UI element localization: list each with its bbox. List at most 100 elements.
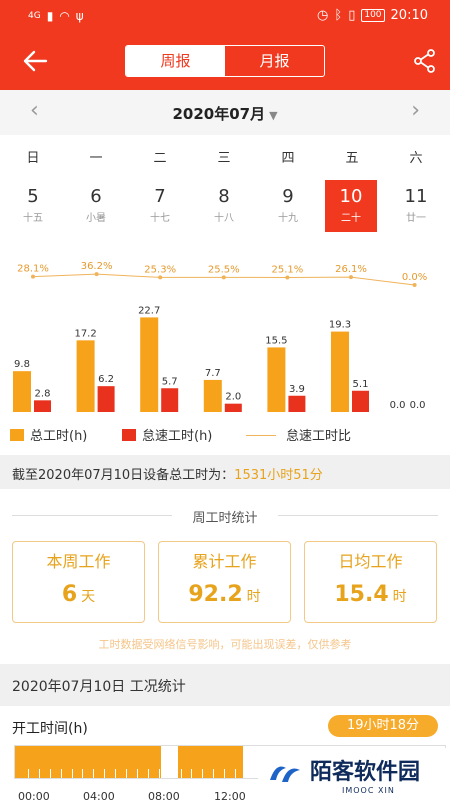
weekly-stats-section: 周工时统计 本周工作 6天 累计工作 92.2 时 日均工作 15.4 时 工时数据… [0, 489, 450, 664]
summary-value: 1531小时51分 [234, 468, 323, 483]
day-number: 11 [404, 186, 428, 207]
bar-total-hours [331, 331, 349, 412]
watermark-subtext: IMOOC XIN [342, 786, 395, 795]
legend-idle-ratio: 怠速工时比 [246, 425, 351, 444]
disclaimer-note: 工时数据受网络信号影响，可能出现误差，仅供参考 [98, 638, 352, 651]
calendar-day[interactable]: 6 小暑 [70, 180, 122, 232]
work-hours-chart-svg: 28.1% 36.2% 25.3% 25.5% 25.1% 26.1% 0.0% 9.8 2.8… [13, 261, 427, 412]
ratio-label: 36.2% [81, 261, 113, 272]
watermark-text: 陌客软件园 [310, 760, 421, 785]
ratio-label: 25.1% [272, 264, 304, 275]
calendar-day[interactable]: 7 十七 [134, 180, 186, 232]
weekday-label: 一 [89, 151, 103, 166]
legend-label: 怠速工时比 [286, 429, 352, 444]
calendar-day-selected[interactable]: 10 二十 [325, 180, 377, 232]
alarm-icon: ◷ [317, 8, 329, 23]
day-number: 5 [27, 186, 39, 207]
usb-icon: ψ [75, 9, 84, 23]
total-hours-summary: 截至2020年07月10日设备总工时为：1531小时51分 [0, 455, 450, 489]
share-icon[interactable] [412, 48, 438, 74]
weekday-label: 五 [345, 151, 359, 166]
bar-idle-hours [34, 400, 51, 412]
legend-label: 总工时(h) [30, 429, 88, 444]
legend-idle-hours: 怠速工时(h) [122, 425, 212, 444]
tab-weekly[interactable]: 周报 [126, 46, 225, 76]
stat-number: 6 [61, 582, 78, 607]
next-month-icon[interactable]: › [411, 100, 420, 122]
weekday-label: 二 [153, 151, 167, 166]
calendar-day[interactable]: 5 十五 [7, 180, 59, 232]
ratio-point [158, 275, 163, 280]
lunar-date: 小暑 [86, 213, 106, 224]
work-segment [178, 746, 243, 778]
bar-total-label: 19.3 [329, 320, 351, 331]
back-arrow-icon[interactable] [22, 50, 48, 72]
bar-idle-label: 0.0 [410, 400, 426, 411]
weekday-label: 日 [26, 151, 40, 166]
stat-title: 累计工作 [192, 552, 257, 571]
work-time-badge: 19小时18分 [328, 715, 438, 737]
day-number: 6 [90, 186, 102, 207]
ratio-point [94, 272, 99, 277]
month-title: 2020年07月 [172, 105, 266, 123]
battery-indicator: 100 [361, 9, 385, 22]
wifi-icon: ◠ [59, 9, 70, 23]
lunar-date: 十五 [23, 213, 43, 224]
timeline-tick [158, 769, 160, 778]
bluetooth-icon: ᛒ [334, 8, 343, 23]
stat-unit: 时 [392, 589, 407, 605]
timeline-tick [136, 769, 138, 778]
caret-down-icon: ▼ [269, 109, 278, 122]
work-hours-chart: 28.1% 36.2% 25.3% 25.5% 25.1% 26.1% 0.0% 9.8 2.8… [0, 245, 450, 455]
bar-idle-hours [161, 388, 179, 412]
timeline-tick [213, 769, 215, 778]
timeline-tick [27, 769, 29, 778]
timeline-tick [180, 769, 182, 778]
timeline-tick [115, 769, 117, 778]
bar-idle-label: 6.2 [98, 374, 114, 385]
ratio-label: 25.3% [144, 264, 176, 275]
bar-idle-label: 3.9 [289, 384, 305, 395]
timeline-tick [82, 769, 84, 778]
lunar-date: 十九 [278, 213, 298, 224]
bar-total-hours [13, 371, 31, 412]
timeline-tick [49, 769, 51, 778]
timeline-tick [71, 769, 73, 778]
ratio-point [221, 275, 226, 280]
tab-monthly[interactable]: 月报 [225, 46, 324, 76]
day-number: 8 [218, 186, 230, 207]
stat-unit: 天 [81, 589, 96, 605]
month-selector[interactable]: 2020年07月 ▼ [0, 103, 450, 124]
day-number: 9 [282, 186, 294, 207]
bar-total-hours [267, 347, 286, 412]
stat-unit: 时 [246, 589, 261, 605]
lunar-date: 十八 [214, 213, 234, 224]
bar-total-label: 0.0 [390, 400, 406, 411]
time-axis-label: 04:00 [83, 790, 115, 800]
ratio-label: 25.5% [208, 264, 240, 275]
daily-stats-header: 2020年07月10日 工况统计 [0, 664, 450, 706]
stat-card-daily-average: 日均工作 15.4 时 [304, 541, 437, 623]
timeline-tick [60, 769, 62, 778]
weekday-label: 四 [281, 151, 295, 166]
timeline-tick [235, 769, 236, 778]
bar-idle-hours [97, 386, 115, 412]
lunar-date: 二十 [341, 213, 361, 224]
signal-icon: ▮ [46, 9, 54, 23]
signal-indicator: 4G [28, 11, 41, 21]
timeline-tick [245, 769, 247, 778]
stat-title: 日均工作 [338, 552, 403, 571]
timeline-tick [104, 769, 106, 778]
ratio-point [412, 283, 417, 287]
bar-idle-hours [352, 390, 369, 412]
bar-idle-label: 2.0 [225, 392, 241, 403]
calendar-day[interactable]: 8 十八 [198, 180, 250, 232]
calendar-day[interactable]: 9 十九 [262, 180, 314, 232]
bar-idle-hours [288, 395, 306, 412]
bar-total-label: 17.2 [74, 328, 96, 339]
calendar-day[interactable]: 11 廿一 [390, 180, 442, 232]
lunar-date: 十七 [150, 213, 170, 224]
lunar-date: 廿一 [406, 213, 426, 224]
legend-swatch-idle [122, 429, 136, 441]
ratio-label: 26.1% [335, 264, 367, 275]
